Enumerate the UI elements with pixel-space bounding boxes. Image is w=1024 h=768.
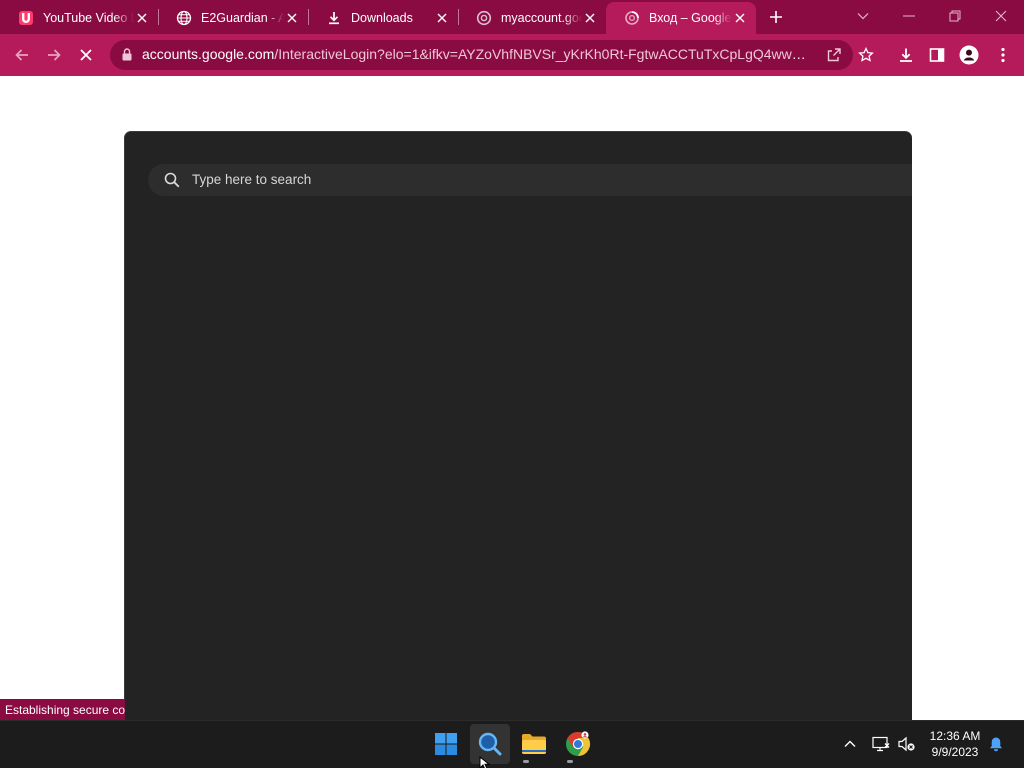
- close-icon[interactable]: [582, 10, 598, 26]
- more-vert-icon: [1001, 47, 1005, 63]
- close-icon: [80, 49, 92, 61]
- tab-title: E2Guardian - Ac: [201, 11, 284, 25]
- search-placeholder: Type here to search: [192, 172, 312, 187]
- side-panel-icon: [929, 48, 945, 62]
- chevron-down-icon: [857, 13, 869, 20]
- url-host: accounts.google.com: [142, 46, 275, 62]
- side-panel-button[interactable]: [923, 41, 951, 69]
- mouse-cursor-icon: [479, 756, 491, 768]
- volume-muted-icon: [898, 736, 915, 752]
- close-icon[interactable]: [732, 10, 748, 26]
- volume-button[interactable]: [897, 734, 917, 754]
- loading-spinner-icon: [625, 11, 639, 25]
- restore-icon: [949, 10, 961, 22]
- back-button[interactable]: [8, 41, 36, 69]
- close-icon[interactable]: [284, 10, 300, 26]
- search-icon: [478, 732, 502, 756]
- restore-button[interactable]: [932, 0, 978, 32]
- show-hidden-icons-button[interactable]: [840, 734, 860, 754]
- tab-e2guardian[interactable]: E2Guardian - Ac: [158, 2, 308, 34]
- download-icon: [900, 48, 912, 62]
- new-tab-button[interactable]: [766, 7, 786, 27]
- chrome-menu-button[interactable]: [989, 41, 1017, 69]
- downloads-button[interactable]: [892, 41, 920, 69]
- close-window-button[interactable]: [978, 0, 1024, 32]
- search-icon: [164, 172, 180, 188]
- profile-button[interactable]: [955, 41, 983, 69]
- tab-title: Вход – Google А: [649, 11, 732, 25]
- network-icon: [872, 736, 890, 752]
- tab-youtube-video-downloader[interactable]: YouTube Video D: [0, 2, 158, 34]
- windows-start-icon: [435, 733, 457, 755]
- close-icon: [995, 10, 1007, 22]
- clock-date[interactable]: 9/9/2023: [922, 745, 988, 759]
- network-button[interactable]: [871, 734, 891, 754]
- google-account-icon: [476, 10, 492, 26]
- status-bubble: Establishing secure connection...: [0, 699, 125, 720]
- close-icon[interactable]: [134, 10, 150, 26]
- clock-time[interactable]: 12:36 AM: [922, 729, 988, 743]
- forward-button[interactable]: [40, 41, 68, 69]
- share-icon: [827, 48, 841, 62]
- url-path: /InteractiveLogin?elo=1&ifkv=AYZoVhfNBVS…: [274, 46, 818, 62]
- bell-icon: [990, 737, 1002, 752]
- plus-icon: [770, 11, 782, 23]
- url-text[interactable]: accounts.google.com/InteractiveLogin?elo…: [142, 46, 818, 64]
- start-button[interactable]: [426, 724, 466, 764]
- arrow-left-icon: [15, 49, 28, 61]
- windows-search-flyout: [124, 131, 912, 720]
- chrome-icon: [566, 731, 591, 756]
- stop-loading-button[interactable]: [72, 41, 100, 69]
- chevron-up-icon: [844, 740, 856, 747]
- minimize-icon: [903, 15, 915, 17]
- running-indicator: [523, 760, 529, 763]
- share-button[interactable]: [820, 41, 848, 69]
- minimize-button[interactable]: [886, 0, 932, 32]
- download-icon: [329, 12, 339, 25]
- tab-downloads[interactable]: Downloads: [308, 2, 458, 34]
- tab-myaccount-google[interactable]: myaccount.goog: [458, 2, 606, 34]
- lock-icon[interactable]: [122, 48, 132, 61]
- tab-google-login[interactable]: Вход – Google А: [606, 2, 756, 34]
- avatar-icon: [959, 45, 979, 65]
- running-indicator: [567, 760, 573, 763]
- chrome-button[interactable]: [558, 724, 598, 764]
- close-icon[interactable]: [434, 10, 450, 26]
- file-explorer-icon: [522, 734, 546, 754]
- globe-icon: [176, 10, 192, 26]
- tab-title: myaccount.goog: [501, 11, 582, 25]
- file-explorer-button[interactable]: [514, 724, 554, 764]
- tab-search-button[interactable]: [840, 0, 886, 32]
- star-icon: [858, 47, 874, 62]
- notifications-button[interactable]: [986, 734, 1006, 754]
- tab-title: YouTube Video D: [43, 11, 134, 25]
- tab-title: Downloads: [351, 11, 413, 25]
- bookmark-button[interactable]: [852, 41, 880, 69]
- arrow-right-icon: [48, 49, 61, 61]
- youtube-downloader-icon: [19, 11, 33, 25]
